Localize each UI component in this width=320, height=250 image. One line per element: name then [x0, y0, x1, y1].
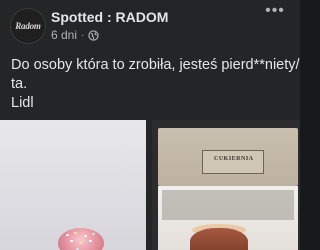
post-photo-2[interactable]: CUKIERNIA: [152, 120, 300, 250]
post-timestamp[interactable]: 6 dni: [51, 28, 77, 42]
page-avatar[interactable]: Radom: [10, 8, 46, 44]
post-text-line: Lidl: [11, 95, 34, 111]
post-text-line: ta.: [11, 76, 28, 92]
post-text: Do osoby która to zrobiła, jesteś pierd*…: [11, 56, 300, 113]
meta-separator: ·: [81, 29, 85, 41]
page-name-link[interactable]: Spotted : RADOM: [51, 9, 168, 25]
avatar-logo-text: Radom: [15, 21, 41, 31]
cake-image: [190, 228, 248, 250]
box-shadow: [162, 190, 294, 220]
box-label: [202, 150, 264, 174]
post-meta: 6 dni ·: [51, 28, 100, 42]
post-photo-1[interactable]: [0, 120, 146, 250]
facebook-post: Radom Spotted : RADOM 6 dni · ••• Do oso…: [0, 0, 300, 250]
more-options-icon[interactable]: •••: [264, 3, 286, 22]
globe-icon: [88, 29, 100, 41]
donut-image: [58, 228, 104, 250]
box-label-text: CUKIERNIA: [214, 156, 254, 162]
post-text-line: Do osoby która to zrobiła, jesteś pierd*…: [11, 57, 300, 73]
